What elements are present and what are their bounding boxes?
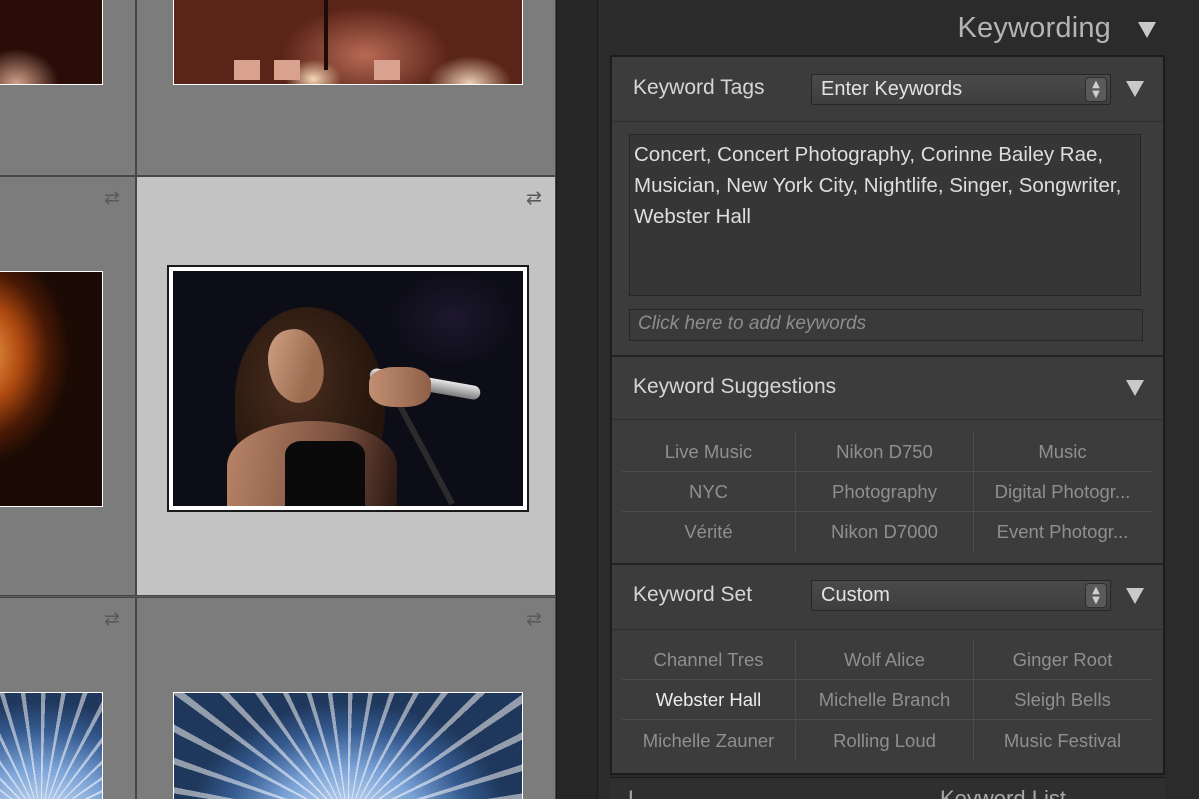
suggestion-item[interactable]: Digital Photogr... [974,472,1151,512]
keyword-set-item[interactable]: Music Festival [974,721,1151,761]
keyword-set-item[interactable]: Ginger Root [974,640,1151,680]
selected-photo-thumbnail[interactable] [167,265,529,512]
keyword-tags-header: Keyword Tags Enter Keywords ▲ ▼ [612,57,1163,121]
panel-title[interactable]: Keywording [957,12,1111,45]
keyword-suggestions-header[interactable]: Keyword Suggestions [612,357,1163,419]
next-panel-title: Keyword List [940,786,1066,799]
expand-triangle-icon[interactable] [1126,81,1144,97]
sync-icon[interactable]: ⇄ [95,187,129,209]
grid-cell[interactable] [136,0,556,176]
suggestion-item[interactable]: Nikon D7000 [796,512,974,552]
keyword-set-dropdown[interactable]: Custom ▲ ▼ [811,580,1111,611]
expand-triangle-icon[interactable] [1126,380,1144,396]
divider [612,419,1163,420]
panel-divider[interactable] [556,0,598,799]
keyword-tags-dropdown[interactable]: Enter Keywords ▲ ▼ [811,74,1111,105]
keyword-set-item[interactable]: Michelle Zauner [622,721,796,761]
suggestion-item[interactable]: NYC [622,472,796,512]
next-panel-left-label: L [628,786,641,799]
photo-thumbnail[interactable] [173,0,523,85]
suggestion-item[interactable]: Photography [796,472,974,512]
grid-cell-selected[interactable]: ⇄ [136,176,556,596]
keyword-set-header: Keyword Set Custom ▲ ▼ [612,565,1163,629]
photo-thumbnail[interactable] [0,692,103,799]
updown-arrows-icon: ▲ ▼ [1085,583,1107,608]
singer-portrait-photo [173,271,523,506]
suggestion-item[interactable]: Nikon D750 [796,432,974,472]
photo-thumbnail[interactable] [0,0,103,85]
keyword-set-item[interactable]: Sleigh Bells [974,680,1151,720]
suggestion-item[interactable]: Vérité [622,512,796,552]
updown-arrows-icon: ▲ ▼ [1085,77,1107,102]
divider [612,121,1163,122]
keyword-set-label: Keyword Set [633,583,753,606]
light-show-photo [174,693,522,799]
keyword-suggestions-label: Keyword Suggestions [633,375,837,398]
expand-triangle-icon[interactable] [1126,588,1144,604]
light-show-photo [0,693,102,799]
keyword-set-item[interactable]: Channel Tres [622,640,796,680]
keyword-tags-textarea[interactable]: Concert, Concert Photography, Corinne Ba… [629,134,1141,296]
grid-cell[interactable]: ⇄ [0,176,136,596]
keyword-set-item[interactable]: Wolf Alice [796,640,974,680]
grid-cell[interactable] [0,0,136,176]
collapse-triangle-icon[interactable] [1138,22,1156,38]
sync-icon[interactable]: ⇄ [517,608,551,630]
photo-thumbnail[interactable] [173,692,523,799]
sync-icon[interactable]: ⇄ [95,608,129,630]
lightroom-library-window: ⇄ ⇄ ⇄ ⇄ Keywording Keyword Tags Enter Ke… [0,0,1199,799]
add-keywords-input[interactable]: Click here to add keywords [629,309,1143,341]
keyword-set-grid: Channel Tres Wolf Alice Ginger Root Webs… [622,640,1151,764]
dropdown-value: Custom [821,584,890,606]
photo-thumbnail[interactable] [0,271,103,507]
keyword-tags-label: Keyword Tags [633,76,765,99]
keyword-suggestions-grid: Live Music Nikon D750 Music NYC Photogra… [622,432,1151,554]
dropdown-value: Enter Keywords [821,78,963,100]
keyword-list-panel-header[interactable]: L Keyword List [610,777,1165,799]
keyword-set-item[interactable]: Michelle Branch [796,680,974,720]
grid-cell[interactable]: ⇄ [0,597,136,799]
suggestion-item[interactable]: Live Music [622,432,796,472]
suggestion-item[interactable]: Event Photogr... [974,512,1151,552]
photo-grid[interactable]: ⇄ ⇄ ⇄ ⇄ [0,0,556,799]
suggestion-item[interactable]: Music [974,432,1151,472]
keyword-set-item-active[interactable]: Webster Hall [622,680,796,720]
stage-photo [0,0,102,84]
grid-cell[interactable]: ⇄ [136,597,556,799]
concert-photo [0,272,102,506]
keywording-panel-body: Keyword Tags Enter Keywords ▲ ▼ Concert, … [610,55,1165,775]
stage-photo [174,0,522,84]
keyword-set-item[interactable]: Rolling Loud [796,721,974,761]
divider [612,629,1163,630]
sync-icon[interactable]: ⇄ [517,187,551,209]
keywording-panel: Keywording Keyword Tags Enter Keywords ▲… [598,0,1199,799]
